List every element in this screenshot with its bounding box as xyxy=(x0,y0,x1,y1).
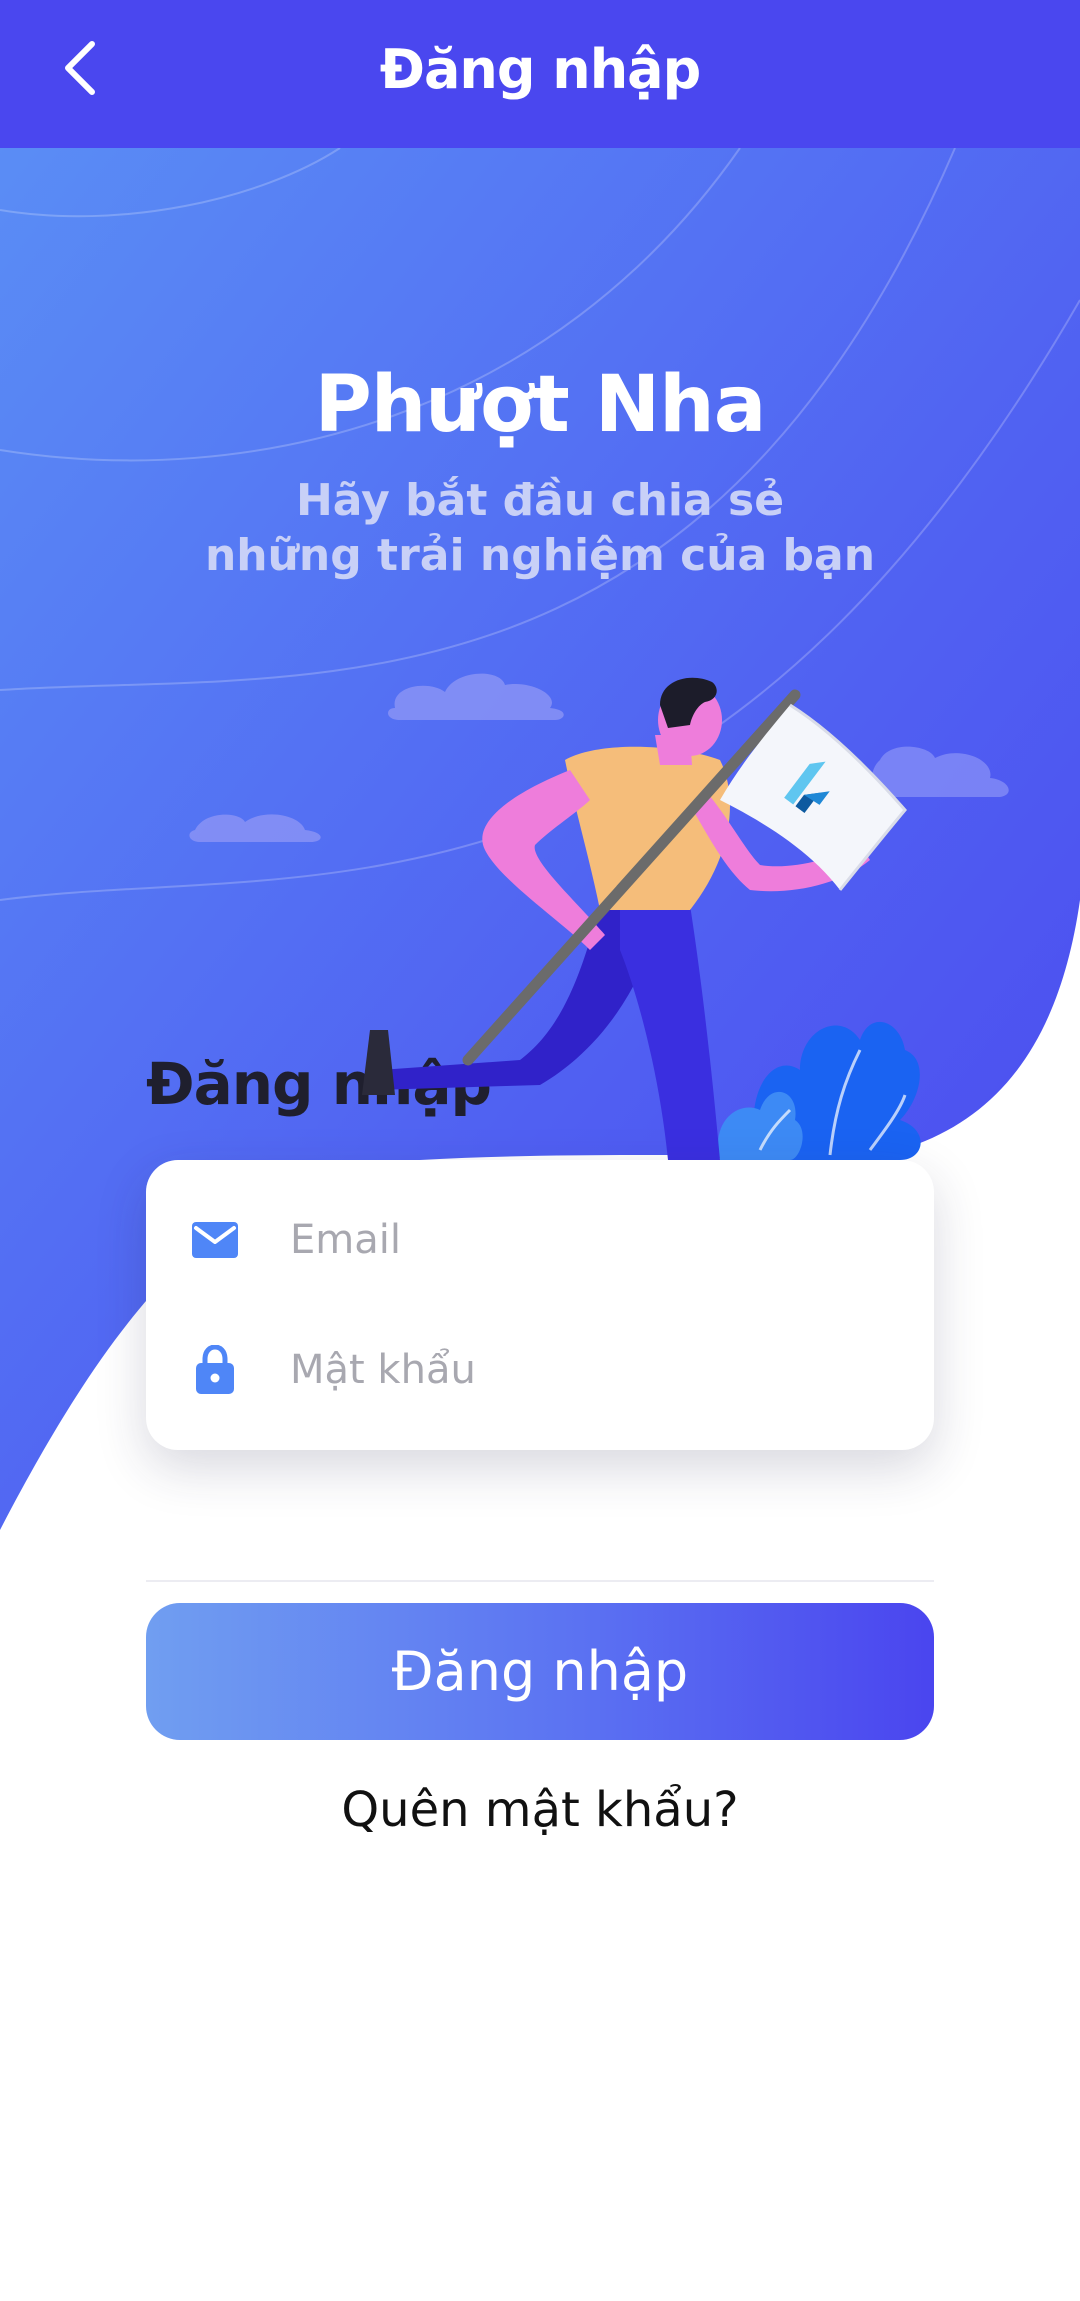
lock-icon xyxy=(190,1345,240,1395)
login-form-card xyxy=(146,1160,934,1450)
email-field[interactable] xyxy=(146,1180,934,1300)
login-button[interactable]: Đăng nhập xyxy=(146,1603,934,1740)
forgot-password-link[interactable]: Quên mật khẩu? xyxy=(0,1782,1080,1838)
password-input[interactable] xyxy=(288,1329,894,1411)
app-bar: Đăng nhập xyxy=(0,0,1080,148)
email-input[interactable] xyxy=(288,1199,894,1281)
divider xyxy=(146,1580,934,1582)
password-field[interactable] xyxy=(146,1310,934,1430)
hero-illustration xyxy=(189,673,1009,1160)
plant-icon xyxy=(718,1021,921,1160)
mail-icon xyxy=(190,1215,240,1265)
page-title: Đăng nhập xyxy=(379,38,702,101)
